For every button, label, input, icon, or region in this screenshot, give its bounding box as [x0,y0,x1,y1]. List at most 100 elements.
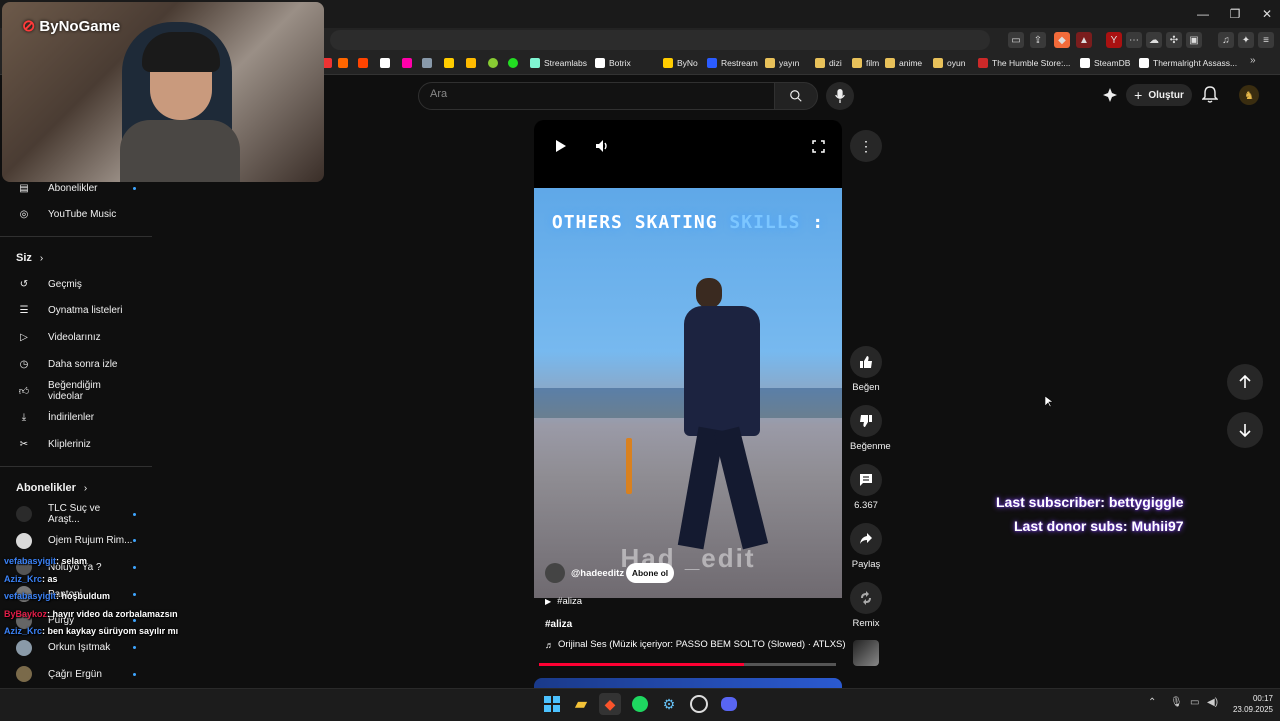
bookmark-favicon[interactable] [422,58,432,68]
sidebar-you-heading[interactable]: Siz › [16,252,43,264]
hashtag-link[interactable]: ▶ #aliza [545,596,582,607]
bookmark-item[interactable]: Restream [707,55,758,71]
sidebar-item[interactable]: ↺ Geçmiş [16,271,136,297]
subscribe-button[interactable]: Abone ol [626,563,674,583]
whatsapp-icon[interactable] [508,58,518,68]
discord-button[interactable] [718,693,740,715]
remix-action[interactable]: Remix [850,582,882,629]
windows-start-button[interactable] [541,693,563,715]
sidebar-item[interactable]: Ojem Rujum Rim... [16,528,136,554]
leo-ai-icon[interactable]: ✦ [1238,32,1254,48]
file-explorer-button[interactable]: ▰ [570,693,592,715]
sidebar-item[interactable]: Çağrı Ergün [16,661,136,687]
video-title[interactable]: #aliza [545,619,572,630]
bookmark-favicon[interactable] [380,58,390,68]
sidebar-item[interactable]: ◎ YouTube Music [16,201,136,227]
bookmark-item[interactable]: dizi [815,55,842,71]
bookmark-item[interactable]: Streamlabs [530,55,587,71]
audio-thumbnail[interactable] [853,640,879,666]
video-frame: Had _edit [534,188,842,598]
restore-button[interactable]: ❐ [1218,0,1252,28]
next-short-preview[interactable] [534,678,842,688]
sidebar-item[interactable]: Orkun Işıtmak [16,635,136,661]
like-button[interactable] [850,346,882,378]
comments-button[interactable] [850,464,882,496]
channel-name[interactable]: @hadeeditz [571,568,624,579]
puzzle-extensions-icon[interactable]: ✣ [1166,32,1182,48]
bookmark-item[interactable]: yayın [765,55,799,71]
create-button[interactable]: + Oluştur [1126,84,1192,106]
bookmark-label: Thermalright Assass... [1153,58,1238,68]
account-avatar[interactable]: ♞ [1239,85,1259,105]
more-options-button[interactable]: ⋮ [850,130,882,162]
bookmark-icon [530,58,540,68]
share-action[interactable]: Paylaş [850,523,882,570]
tray-network-icon[interactable]: ▭ [1190,697,1199,708]
dislike-button[interactable] [850,405,882,437]
sidebar-item[interactable]: 👍︎ Beğendiğim videolar [16,378,136,404]
brave-browser-button[interactable]: ◆ [599,693,621,715]
clips-icon: ✂ [19,438,29,450]
bookmark-favicon[interactable] [358,58,368,68]
bookmark-item[interactable]: ByNo [663,55,698,71]
voice-search-button[interactable] [826,82,854,110]
brave-rewards-icon[interactable]: ▲ [1076,32,1092,48]
search-input[interactable] [418,82,776,110]
bookmark-favicon[interactable] [444,58,454,68]
next-short-button[interactable] [1227,412,1263,448]
play-button[interactable] [551,136,571,156]
bookmark-item[interactable]: SteamDB [1080,55,1130,71]
extension-y-icon[interactable]: Y [1106,32,1122,48]
tray-microphone-icon[interactable]: 🎙︎ [1170,697,1183,708]
extension-icon[interactable]: ☁ [1146,32,1162,48]
bookmark-item[interactable]: film [852,55,879,71]
browser-menu-icon[interactable]: ≡ [1258,32,1274,48]
audio-track-link[interactable]: ♬ Orijinal Ses (Müzik içeriyor: PASSO BE… [545,639,846,650]
bookmark-item[interactable]: oyun [933,55,965,71]
cast-icon[interactable]: ▭ [1008,32,1024,48]
sidebar-subscriptions-heading[interactable]: Abonelikler › [16,482,87,494]
bookmark-favicon[interactable] [402,58,412,68]
bookmark-item[interactable]: The Humble Store:... [978,55,1070,71]
sidebar-item[interactable]: ☰ Oynatma listeleri [16,298,136,324]
close-window-button[interactable]: ✕ [1250,0,1280,28]
bookmark-item[interactable]: Botrix [595,55,631,71]
bookmark-favicon[interactable] [466,58,476,68]
dislike-action[interactable]: Beğenme [850,405,891,452]
like-action[interactable]: Beğen [850,346,882,393]
sidebar-item[interactable]: ⤓ İndirilenler [16,405,136,431]
tray-overflow-icon[interactable]: ⌃ [1148,697,1156,708]
steam-button[interactable]: ⚙ [658,693,680,715]
channel-avatar[interactable] [545,563,565,583]
media-icon[interactable]: ♫ [1218,32,1234,48]
previous-short-button[interactable] [1227,364,1263,400]
bookmarks-overflow-icon[interactable]: » [1250,55,1256,66]
brave-shield-icon[interactable]: ◆ [1054,32,1070,48]
tray-volume-icon[interactable]: ◀) [1207,697,1218,708]
obs-button[interactable] [688,693,710,715]
taskbar-clock[interactable]: 00:17 23.09.2025 [1229,693,1273,715]
bookmark-favicon[interactable] [488,58,498,68]
sidebar-toggle-icon[interactable]: ▣ [1186,32,1202,48]
share-page-icon[interactable]: ⇪ [1030,32,1046,48]
sidebar-item[interactable]: TLC Suç ve Araşt... [16,501,136,527]
address-bar[interactable] [330,30,990,50]
search-button[interactable] [774,82,818,110]
notifications-button[interactable] [1201,86,1220,104]
bookmark-item[interactable]: anime [885,55,922,71]
volume-button[interactable] [592,136,612,156]
fullscreen-button[interactable] [808,136,828,156]
sidebar-item[interactable]: ✂ Klipleriniz [16,431,136,457]
remix-button[interactable] [850,582,882,614]
ai-sparkle-icon[interactable] [1102,87,1118,103]
progress-bar[interactable] [539,663,836,666]
minimize-button[interactable]: — [1186,0,1220,28]
more-extensions-icon[interactable]: ⋯ [1126,32,1142,48]
spotify-button[interactable] [629,693,651,715]
bookmark-item[interactable]: Thermalright Assass... [1139,55,1237,71]
sidebar-item[interactable]: ▷ Videolarınız [16,324,136,350]
sidebar-item[interactable]: ◷ Daha sonra izle [16,351,136,377]
comments-action[interactable]: 6.367 [850,464,882,511]
share-button[interactable] [850,523,882,555]
bookmark-favicon[interactable] [338,58,348,68]
